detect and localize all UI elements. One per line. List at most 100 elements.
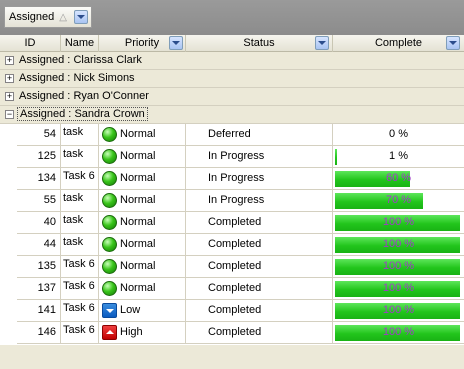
complete-label: 70 % bbox=[385, 194, 412, 206]
group-row-ryan-oconner[interactable]: + Assigned : Ryan O'Conner bbox=[0, 88, 464, 106]
cell-complete: 70 % bbox=[333, 190, 464, 211]
cell-complete: 0 % bbox=[333, 124, 464, 145]
column-header-status[interactable]: Status bbox=[186, 35, 333, 52]
column-header-complete-label: Complete bbox=[374, 37, 423, 49]
cell-complete: 60 % bbox=[333, 168, 464, 189]
cell-status: Completed bbox=[186, 256, 333, 277]
status-filter-dropdown-icon[interactable] bbox=[315, 36, 329, 50]
expand-group-icon[interactable]: + bbox=[5, 74, 14, 83]
cell-priority: Normal bbox=[99, 146, 186, 167]
group-row-label: Assigned : Clarissa Clark bbox=[19, 54, 142, 66]
table-row[interactable]: 141 Task 6 Low Completed 100 % bbox=[17, 300, 464, 322]
cell-name: Task 6 bbox=[61, 278, 99, 299]
priority-filter-dropdown-icon[interactable] bbox=[169, 36, 183, 50]
cell-id: 134 bbox=[17, 168, 61, 189]
complete-label: 100 % bbox=[382, 326, 415, 338]
complete-label: 100 % bbox=[382, 282, 415, 294]
group-row-prefix: Assigned : bbox=[20, 108, 72, 120]
table-row[interactable]: 135 Task 6 Normal Completed 100 % bbox=[17, 256, 464, 278]
group-row-nick-simons[interactable]: + Assigned : Nick Simons bbox=[0, 70, 464, 88]
priority-normal-icon bbox=[102, 171, 117, 186]
cell-id: 137 bbox=[17, 278, 61, 299]
cell-name: task bbox=[61, 234, 99, 255]
priority-normal-icon bbox=[102, 215, 117, 230]
complete-label: 0 % bbox=[389, 128, 408, 140]
priority-low-icon bbox=[102, 303, 117, 318]
table-row[interactable]: 125 task Normal In Progress 1 % bbox=[17, 146, 464, 168]
group-by-assigned-chip[interactable]: Assigned △ bbox=[4, 6, 92, 28]
cell-status: Completed bbox=[186, 300, 333, 321]
cell-id: 125 bbox=[17, 146, 61, 167]
table-row[interactable]: 137 Task 6 Normal Completed 100 % bbox=[17, 278, 464, 300]
column-header-id[interactable]: ID bbox=[0, 35, 61, 52]
task-grid: Assigned △ ID Name Priority Status Compl… bbox=[0, 0, 464, 369]
group-row-label: Assigned : Nick Simons bbox=[19, 72, 135, 84]
cell-id: 135 bbox=[17, 256, 61, 277]
priority-normal-icon bbox=[102, 259, 117, 274]
priority-label: Normal bbox=[120, 128, 156, 140]
group-row-label: Assigned : Ryan O'Conner bbox=[19, 90, 149, 102]
column-header-id-label: ID bbox=[24, 37, 36, 49]
group-by-label: Assigned bbox=[9, 11, 55, 23]
priority-label: Normal bbox=[120, 194, 156, 206]
group-row-prefix: Assigned : bbox=[19, 72, 71, 84]
cell-name: Task 6 bbox=[61, 322, 99, 343]
cell-status: Completed bbox=[186, 278, 333, 299]
priority-high-icon bbox=[102, 325, 117, 340]
priority-normal-icon bbox=[102, 193, 117, 208]
group-row-name: Nick Simons bbox=[73, 72, 135, 84]
cell-complete: 100 % bbox=[333, 212, 464, 233]
cell-complete: 1 % bbox=[333, 146, 464, 167]
column-header-name[interactable]: Name bbox=[61, 35, 99, 52]
complete-label: 1 % bbox=[389, 150, 408, 162]
table-row[interactable]: 54 task Normal Deferred 0 % bbox=[17, 124, 464, 146]
cell-priority: High bbox=[99, 322, 186, 343]
priority-label: Normal bbox=[120, 260, 156, 272]
table-row[interactable]: 40 task Normal Completed 100 % bbox=[17, 212, 464, 234]
group-row-prefix: Assigned : bbox=[19, 54, 71, 66]
cell-status: In Progress bbox=[186, 168, 333, 189]
complete-label: 100 % bbox=[382, 304, 415, 316]
cell-status: Completed bbox=[186, 212, 333, 233]
group-row-name: Clarissa Clark bbox=[73, 54, 142, 66]
cell-id: 146 bbox=[17, 322, 61, 343]
cell-name: Task 6 bbox=[61, 256, 99, 277]
table-row[interactable]: 55 task Normal In Progress 70 % bbox=[17, 190, 464, 212]
sort-ascending-icon: △ bbox=[59, 11, 67, 23]
cell-priority: Normal bbox=[99, 256, 186, 277]
table-row[interactable]: 134 Task 6 Normal In Progress 60 % bbox=[17, 168, 464, 190]
group-row-name: Sandra Crown bbox=[74, 108, 145, 120]
group-row-label: Assigned : Sandra Crown bbox=[17, 107, 148, 121]
complete-filter-dropdown-icon[interactable] bbox=[446, 36, 460, 50]
priority-label: Normal bbox=[120, 172, 156, 184]
column-header-complete[interactable]: Complete bbox=[333, 35, 464, 52]
expand-group-icon[interactable]: + bbox=[5, 56, 14, 65]
cell-complete: 100 % bbox=[333, 322, 464, 343]
group-row-clarissa-clark[interactable]: + Assigned : Clarissa Clark bbox=[0, 52, 464, 70]
cell-priority: Normal bbox=[99, 278, 186, 299]
table-row[interactable]: 44 task Normal Completed 100 % bbox=[17, 234, 464, 256]
group-filter-dropdown-icon[interactable] bbox=[74, 10, 88, 24]
column-header: ID Name Priority Status Complete bbox=[0, 35, 464, 52]
priority-label: Low bbox=[120, 304, 141, 316]
cell-status: Completed bbox=[186, 234, 333, 255]
cell-complete: 100 % bbox=[333, 256, 464, 277]
cell-id: 55 bbox=[17, 190, 61, 211]
cell-name: task bbox=[61, 190, 99, 211]
column-header-priority[interactable]: Priority bbox=[99, 35, 186, 52]
rows-area: + Assigned : Clarissa Clark + Assigned : Ni… bbox=[0, 52, 464, 345]
collapse-group-icon[interactable]: − bbox=[5, 110, 14, 119]
group-row-prefix: Assigned : bbox=[19, 90, 71, 102]
expand-group-icon[interactable]: + bbox=[5, 92, 14, 101]
cell-priority: Normal bbox=[99, 124, 186, 145]
priority-normal-icon bbox=[102, 149, 117, 164]
priority-label: Normal bbox=[120, 150, 156, 162]
cell-priority: Low bbox=[99, 300, 186, 321]
group-row-sandra-crown[interactable]: − Assigned : Sandra Crown bbox=[0, 106, 464, 124]
cell-id: 141 bbox=[17, 300, 61, 321]
cell-name: Task 6 bbox=[61, 168, 99, 189]
complete-label: 60 % bbox=[385, 172, 412, 184]
table-row[interactable]: 146 Task 6 High Completed 100 % bbox=[17, 322, 464, 344]
cell-complete: 100 % bbox=[333, 234, 464, 255]
complete-label: 100 % bbox=[382, 260, 415, 272]
